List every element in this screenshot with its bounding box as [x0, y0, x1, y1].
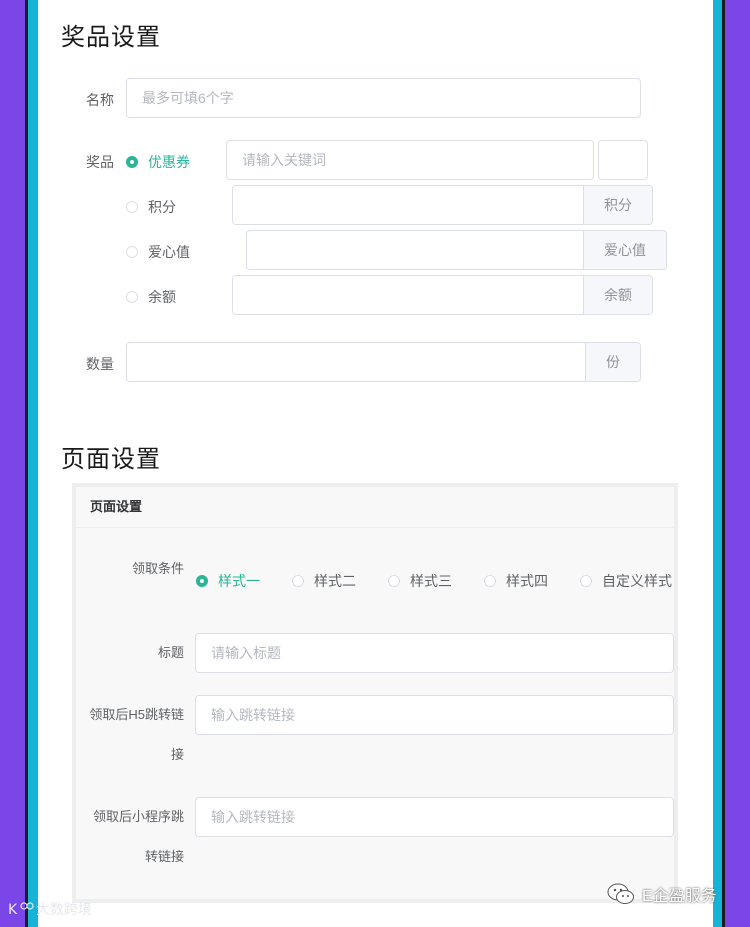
- radio-style-four-label: 样式四: [506, 573, 548, 589]
- radio-love-value[interactable]: 爱心值: [126, 242, 190, 262]
- miniprogram-link-label-line2: 转链接: [144, 849, 184, 864]
- balance-append: 余额: [583, 276, 652, 314]
- title-label: 标题: [157, 645, 184, 660]
- frame-border-right: [722, 0, 725, 927]
- points-append: 积分: [583, 186, 652, 224]
- coupon-keyword-placeholder: 请输入关键词: [242, 152, 326, 168]
- watermark-right-text: E企盈服务: [642, 888, 717, 905]
- points-input[interactable]: 积分: [232, 185, 653, 225]
- radio-circle: [126, 201, 138, 213]
- h5-link-label-line1: 领取后H5跳转链: [89, 707, 184, 722]
- miniprogram-link-label-line1: 领取后小程序跳: [92, 809, 184, 824]
- radio-love-value-label: 爱心值: [148, 244, 190, 260]
- miniprogram-link-placeholder: 输入跳转链接: [211, 809, 295, 825]
- condition-label: 领取条件: [131, 561, 184, 576]
- miniprogram-link-input[interactable]: 输入跳转链接: [195, 797, 674, 837]
- quantity-field[interactable]: [127, 343, 585, 381]
- radio-style-two[interactable]: 样式二: [292, 571, 356, 591]
- radio-style-three-label: 样式三: [410, 573, 452, 589]
- radio-style-two-label: 样式二: [314, 573, 356, 589]
- frame-stripe-right: [713, 0, 722, 927]
- radio-points-label: 积分: [148, 199, 176, 215]
- radio-circle: [126, 291, 138, 303]
- radio-style-one-label: 样式一: [218, 573, 260, 589]
- radio-circle-checked: [196, 575, 208, 587]
- svg-text:K: K: [8, 902, 18, 918]
- coupon-select-box[interactable]: [598, 140, 648, 180]
- watermark-logo-icon: K: [8, 902, 34, 918]
- page-settings-card: 页面设置 领取条件 样式一 样式二 样式三 样式四 自定义样式 标题 请输入标题…: [72, 483, 678, 903]
- card-header-title: 页面设置: [76, 487, 674, 528]
- watermark-left-text: 大数跨境: [36, 901, 92, 917]
- love-value-field[interactable]: [247, 231, 583, 269]
- title-placeholder: 请输入标题: [211, 645, 281, 661]
- radio-style-custom[interactable]: 自定义样式: [580, 571, 672, 591]
- title-input[interactable]: 请输入标题: [195, 633, 674, 673]
- quantity-input[interactable]: 份: [126, 342, 641, 382]
- radio-style-custom-label: 自定义样式: [602, 573, 672, 589]
- radio-circle: [388, 575, 400, 587]
- love-value-append: 爱心值: [583, 231, 666, 269]
- h5-link-label-line2: 接: [170, 747, 184, 762]
- prize-section-title: 奖品设置: [61, 24, 161, 51]
- wechat-icon: [607, 883, 634, 904]
- radio-style-four[interactable]: 样式四: [484, 571, 548, 591]
- frame-stripe-left: [28, 0, 38, 927]
- radio-style-one[interactable]: 样式一: [196, 571, 260, 591]
- radio-circle-checked: [126, 156, 138, 168]
- radio-circle: [126, 246, 138, 258]
- page-section-title: 页面设置: [61, 446, 161, 473]
- radio-coupon[interactable]: 优惠券: [126, 152, 190, 172]
- name-label: 名称: [86, 92, 114, 108]
- h5-link-input[interactable]: 输入跳转链接: [195, 695, 674, 735]
- watermark-left: K 大数跨境: [8, 899, 92, 919]
- name-placeholder: 最多可填6个字: [142, 90, 234, 106]
- name-input[interactable]: 最多可填6个字: [126, 78, 641, 118]
- coupon-keyword-input[interactable]: 请输入关键词: [226, 140, 594, 180]
- watermark-right: E企盈服务: [606, 881, 717, 907]
- quantity-append: 份: [585, 343, 640, 381]
- radio-balance-label: 余额: [148, 289, 176, 305]
- radio-circle: [292, 575, 304, 587]
- main-content: 奖品设置 名称 最多可填6个字 奖品 优惠券 请输入关键词 积分 积分 爱心值 …: [38, 0, 713, 927]
- prize-label: 奖品: [86, 154, 114, 170]
- radio-points[interactable]: 积分: [126, 197, 176, 217]
- balance-field[interactable]: [233, 276, 583, 314]
- radio-balance[interactable]: 余额: [126, 287, 176, 307]
- radio-coupon-label: 优惠券: [148, 154, 190, 170]
- balance-input[interactable]: 余额: [232, 275, 653, 315]
- love-value-input[interactable]: 爱心值: [246, 230, 667, 270]
- quantity-label: 数量: [86, 356, 114, 372]
- radio-style-three[interactable]: 样式三: [388, 571, 452, 591]
- radio-circle: [580, 575, 592, 587]
- points-field[interactable]: [233, 186, 583, 224]
- h5-link-placeholder: 输入跳转链接: [211, 707, 295, 723]
- radio-circle: [484, 575, 496, 587]
